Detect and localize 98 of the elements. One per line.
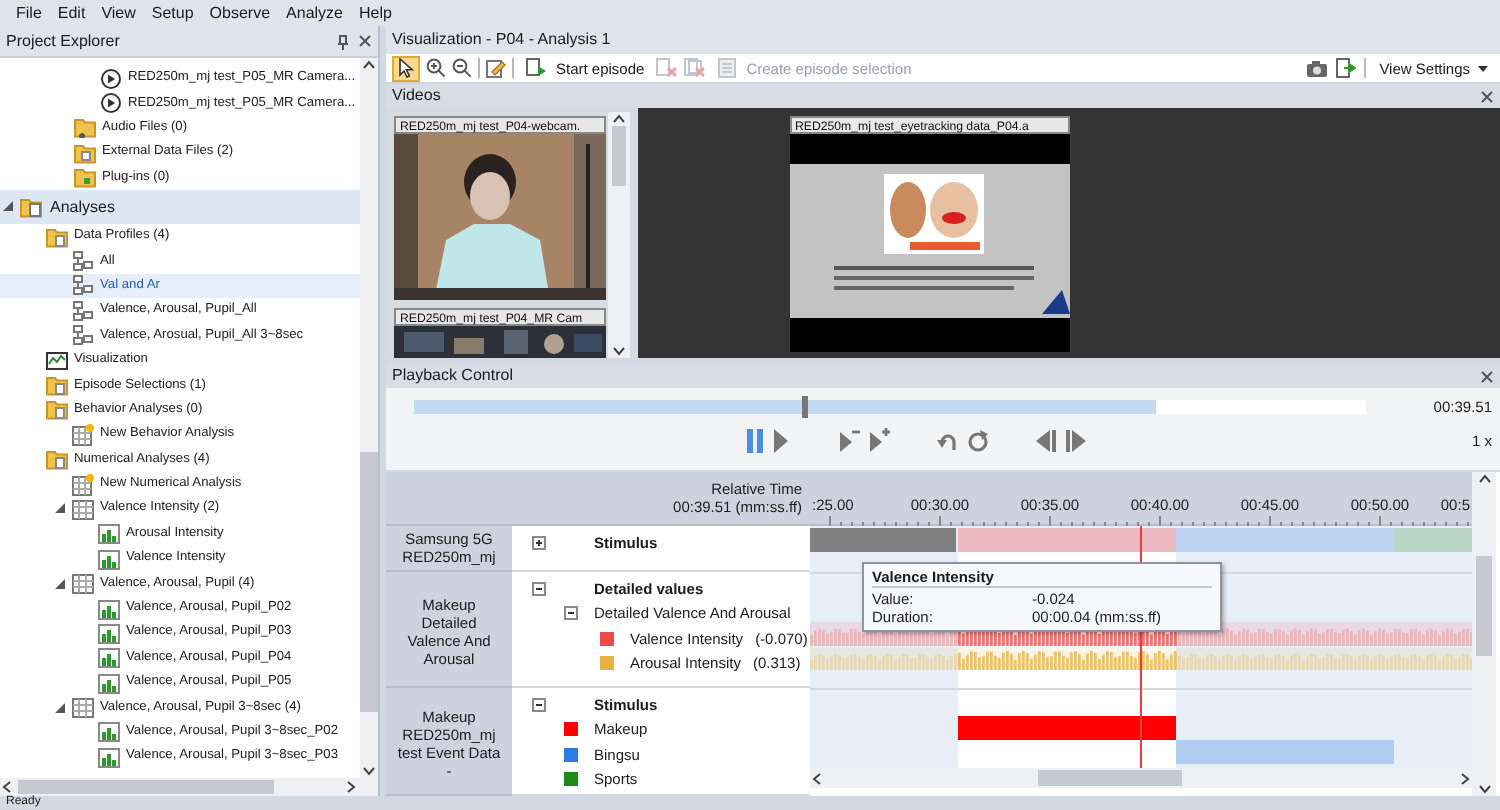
scrollbar-thumb[interactable] <box>612 126 626 186</box>
folder-icon <box>74 141 96 164</box>
scroll-right-icon[interactable] <box>344 780 358 794</box>
folder-icon <box>46 398 68 421</box>
close-icon[interactable] <box>358 34 372 48</box>
collapse-icon[interactable] <box>564 606 578 621</box>
close-icon[interactable] <box>1480 369 1494 383</box>
vertical-scrollbar[interactable] <box>360 58 378 778</box>
menu-item[interactable]: Setup <box>143 0 202 26</box>
nodes-icon <box>72 324 94 347</box>
collapse-icon[interactable] <box>54 577 66 590</box>
collapse-icon[interactable] <box>532 697 546 712</box>
bar-chart-icon <box>98 720 120 743</box>
folder-icon <box>46 373 68 396</box>
bar-chart-icon <box>98 745 120 768</box>
zoom-out-icon[interactable] <box>452 58 472 78</box>
tree-item[interactable]: Analyses <box>0 189 360 224</box>
step-forward-button[interactable] <box>868 428 892 454</box>
menu-item[interactable]: File <box>8 0 50 26</box>
next-icon <box>1064 428 1088 454</box>
collapse-icon[interactable] <box>54 701 66 714</box>
edit-icon[interactable] <box>486 58 506 78</box>
pin-icon[interactable] <box>336 33 350 49</box>
chart-window-icon <box>46 349 68 372</box>
step-back-icon <box>838 428 862 454</box>
folder-icon <box>74 116 96 139</box>
folder-icon <box>46 448 68 471</box>
nodes-icon <box>72 250 94 273</box>
scroll-right-icon[interactable] <box>1458 771 1472 785</box>
scroll-up-icon[interactable] <box>1477 472 1491 486</box>
bar-chart-icon <box>98 547 120 570</box>
nodes-icon <box>72 274 94 297</box>
play-icon <box>772 428 790 454</box>
pause-button[interactable] <box>746 428 766 454</box>
menu-item[interactable]: Observe <box>201 0 279 26</box>
menu-item[interactable]: View <box>93 0 144 26</box>
window-title: Visualization - P04 - Analysis 1 <box>386 26 1500 54</box>
pause-icon <box>746 428 766 454</box>
undo-button[interactable] <box>936 428 958 454</box>
horizontal-scrollbar[interactable] <box>810 768 1472 788</box>
previous-icon <box>1034 428 1058 454</box>
table-icon <box>72 696 94 719</box>
next-button[interactable] <box>1064 428 1088 454</box>
panel-title: Videos <box>392 84 441 108</box>
expand-icon[interactable] <box>532 535 546 550</box>
redo-icon <box>966 428 990 454</box>
collapse-icon[interactable] <box>2 200 14 213</box>
play-circle-icon <box>100 67 122 90</box>
step-forward-icon <box>868 428 892 454</box>
panel-title: Playback Control <box>392 364 513 388</box>
close-icon[interactable] <box>1480 89 1494 103</box>
scrollbar-thumb[interactable] <box>18 780 274 794</box>
table-icon <box>72 572 94 595</box>
new-table-icon <box>72 473 94 496</box>
vertical-scrollbar[interactable] <box>1472 472 1496 796</box>
play-button[interactable] <box>772 428 790 454</box>
horizontal-scrollbar[interactable] <box>0 778 378 796</box>
menu-item[interactable]: Help <box>351 0 400 26</box>
zoom-in-icon[interactable] <box>426 58 446 78</box>
scroll-left-icon[interactable] <box>0 780 14 794</box>
export-icon[interactable] <box>1335 58 1356 78</box>
collapse-icon[interactable] <box>532 581 546 596</box>
panel-title: Project Explorer <box>6 31 120 51</box>
folder-icon <box>46 225 68 248</box>
nodes-icon <box>72 299 94 322</box>
table-icon <box>72 497 94 520</box>
folder-icon <box>74 166 96 189</box>
bar-chart-icon <box>98 671 120 694</box>
scroll-down-icon[interactable] <box>362 764 376 778</box>
bar-chart-icon <box>98 522 120 545</box>
slider-thumb[interactable] <box>802 396 809 418</box>
pointer-tool-button[interactable] <box>392 55 420 81</box>
redo-button[interactable] <box>966 428 990 454</box>
folder-icon <box>20 195 42 218</box>
vertical-scrollbar[interactable] <box>608 112 630 358</box>
scroll-down-icon[interactable] <box>1477 782 1491 796</box>
scrollbar-thumb[interactable] <box>360 452 378 712</box>
episode-list-icon <box>718 58 739 78</box>
camera-icon[interactable] <box>1305 59 1328 77</box>
playback-slider[interactable] <box>414 400 1366 414</box>
scroll-down-icon[interactable] <box>612 344 626 358</box>
play-circle-icon <box>100 92 122 115</box>
caret-icon <box>1478 65 1488 71</box>
bar-chart-icon <box>98 621 120 644</box>
step-back-button[interactable] <box>838 428 862 454</box>
new-table-icon <box>72 423 94 446</box>
scroll-up-icon[interactable] <box>362 58 376 72</box>
menu-item[interactable]: Edit <box>49 0 94 26</box>
scrollbar-thumb[interactable] <box>1038 770 1182 786</box>
menu-item[interactable]: Analyze <box>278 0 351 26</box>
previous-button[interactable] <box>1034 428 1058 454</box>
collapse-icon[interactable] <box>54 502 66 515</box>
scroll-up-icon[interactable] <box>612 112 626 126</box>
bar-chart-icon <box>98 646 120 669</box>
scrollbar-thumb[interactable] <box>1476 556 1492 656</box>
scroll-left-icon[interactable] <box>810 771 824 785</box>
bar-chart-icon <box>98 597 120 619</box>
undo-icon <box>936 428 958 454</box>
